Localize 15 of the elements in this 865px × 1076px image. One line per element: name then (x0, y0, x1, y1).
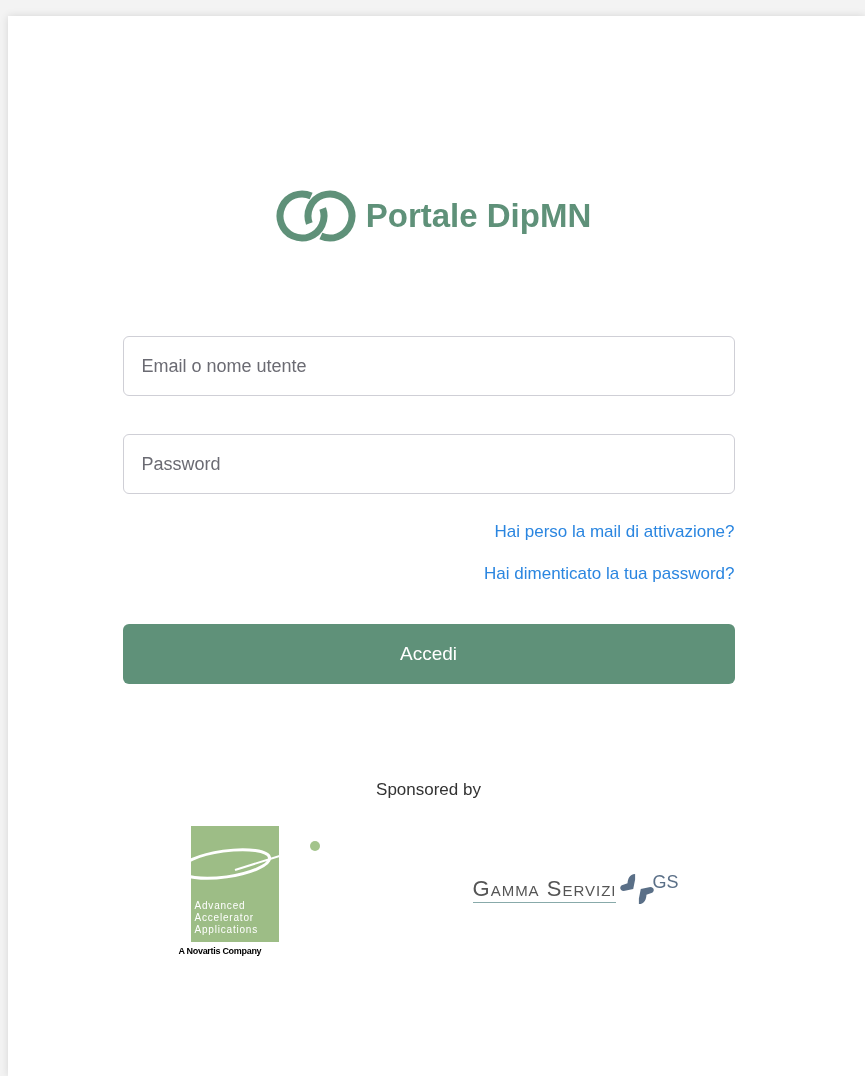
login-button[interactable]: Accedi (122, 624, 735, 684)
rings-logo-icon (275, 188, 356, 244)
sponsor-name-line: Applications (194, 924, 260, 936)
help-link[interactable]: Hai dimenticato la tua password? (484, 564, 735, 584)
sponsor-name: Gamma Servizi (472, 875, 617, 903)
password-field[interactable]: Password (122, 434, 735, 494)
sponsor-name-line: Advanced (194, 900, 247, 912)
username-field[interactable]: Email o nome utente (122, 336, 735, 396)
sponsored-heading: Sponsored by (376, 780, 481, 800)
sponsor-name-line: Accelerator (194, 912, 255, 924)
sponsor-tagline: A Novartis Company (178, 946, 262, 956)
help-link[interactable]: Hai perso la mail di attivazione? (494, 522, 735, 542)
sponsor-mark: GS (652, 872, 679, 893)
portal-title: Portale DipMN (365, 197, 592, 235)
cross-logo-icon (620, 872, 655, 906)
